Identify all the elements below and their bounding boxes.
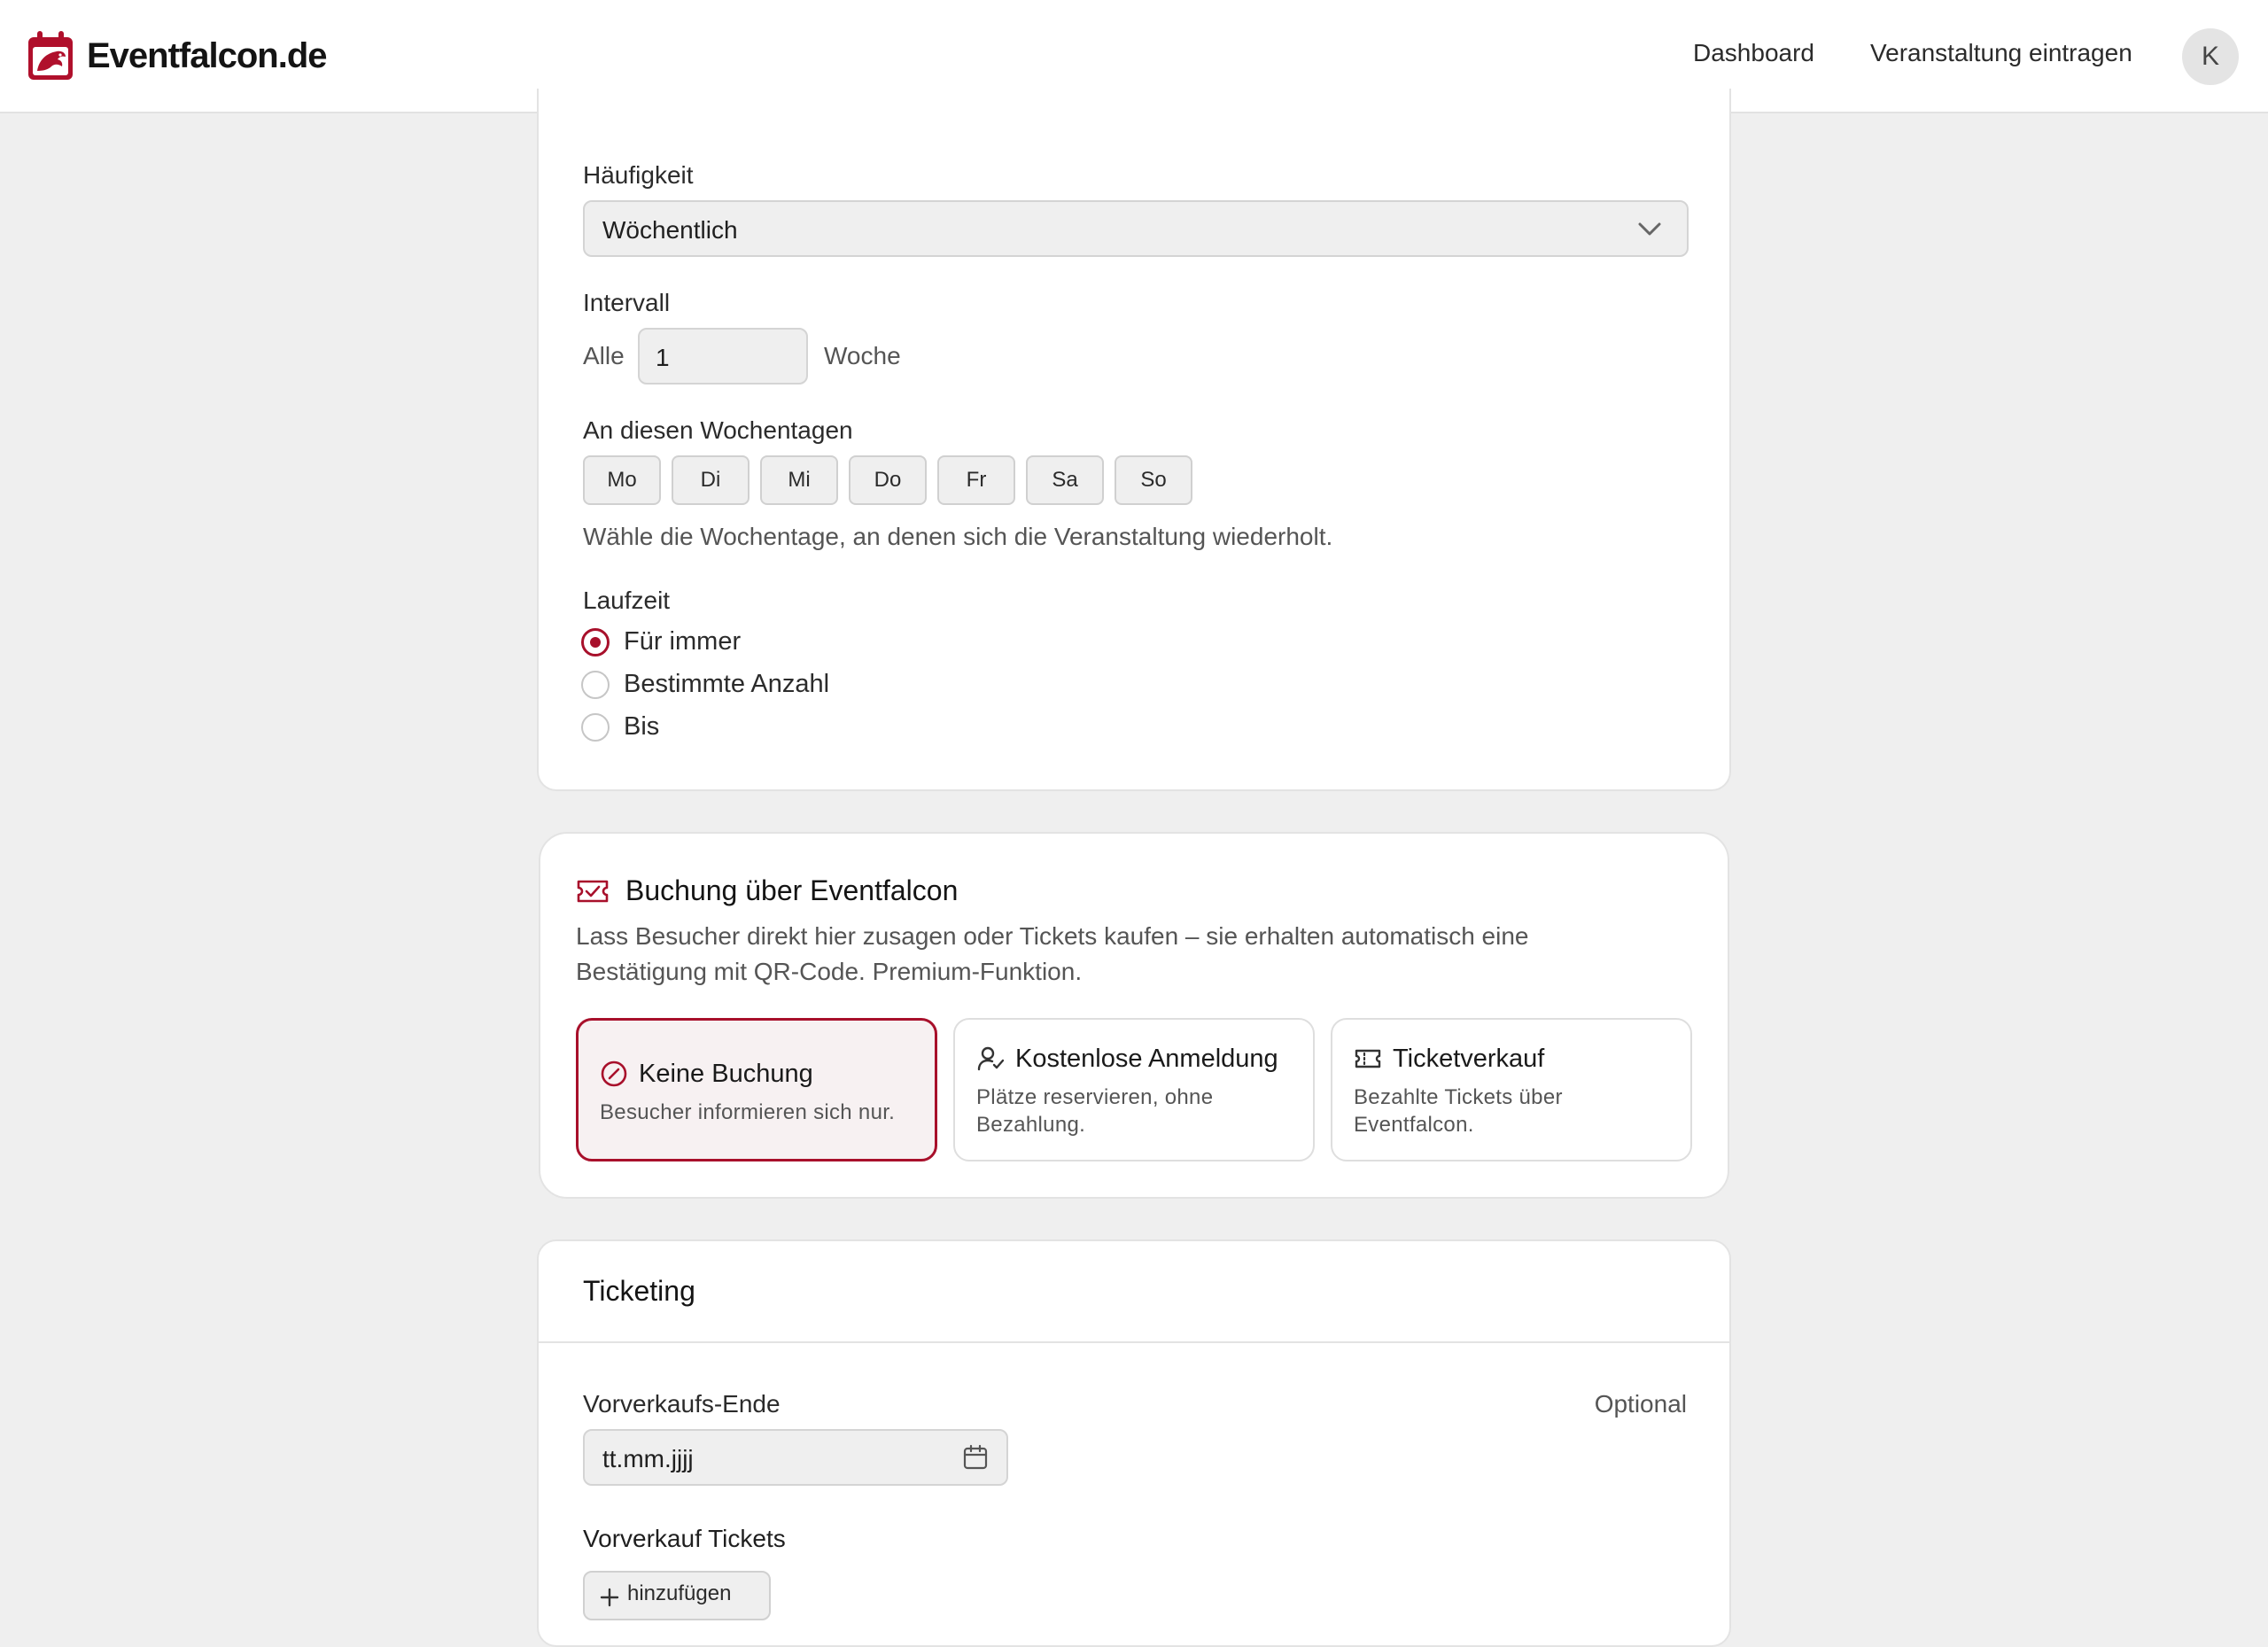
duration-option-label: Bis — [624, 712, 660, 741]
interval-input[interactable]: 1 — [638, 328, 808, 385]
booking-option-free-registration[interactable]: Kostenlose Anmeldung Plätze reservieren,… — [953, 1018, 1315, 1161]
optional-badge: Optional — [1594, 1390, 1687, 1418]
section-divider — [539, 1341, 1729, 1343]
ticketing-card: Ticketing Vorverkaufs-Ende Optional tt.m… — [537, 1239, 1731, 1647]
radio-unchecked-icon[interactable] — [581, 712, 610, 742]
booking-option-desc-line2: Eventfalcon. — [1354, 1113, 1474, 1137]
booking-option-desc-line1: Plätze reservieren, ohne — [976, 1085, 1214, 1109]
duration-option-label: Für immer — [624, 627, 742, 656]
circle-slash-icon — [601, 1060, 627, 1087]
duration-option-label: Bestimmte Anzahl — [624, 670, 830, 698]
nav-add-event-link[interactable]: Veranstaltung eintragen — [1870, 39, 2132, 67]
frequency-select[interactable]: Wöchentlich — [583, 200, 1689, 257]
booking-title: Buchung über Eventfalcon — [625, 874, 959, 906]
add-ticket-label: hinzufügen — [627, 1581, 732, 1605]
brand-logo[interactable]: Eventfalcon.de — [27, 30, 328, 82]
booking-option-title: Kostenlose Anmeldung — [1015, 1045, 1278, 1073]
weekday-button-fr[interactable]: Fr — [937, 455, 1015, 505]
booking-option-ticket-sale[interactable]: Ticketverkauf Bezahlte Tickets über Even… — [1331, 1018, 1692, 1161]
chevron-down-icon — [1638, 222, 1661, 236]
radio-unchecked-icon[interactable] — [581, 670, 610, 699]
ticketing-title: Ticketing — [583, 1275, 695, 1307]
weekday-button-mo[interactable]: Mo — [583, 455, 661, 505]
weekday-button-mi[interactable]: Mi — [760, 455, 838, 505]
interval-unit: Woche — [824, 342, 901, 369]
radio-checked-icon[interactable] — [581, 627, 610, 656]
booking-option-desc-line2: Bezahlung. — [976, 1113, 1086, 1137]
presale-end-date-input[interactable]: tt.mm.jjjj — [583, 1429, 1008, 1486]
weekday-button-sa[interactable]: Sa — [1026, 455, 1104, 505]
booking-option-title: Ticketverkauf — [1393, 1045, 1545, 1073]
frequency-value: Wöchentlich — [602, 216, 738, 244]
booking-description-line1: Lass Besucher direkt hier zusagen oder T… — [576, 922, 1529, 950]
ticket-check-icon — [577, 880, 609, 903]
calendar-falcon-icon — [28, 31, 73, 80]
duration-option-forever[interactable]: Für immer — [581, 627, 741, 656]
user-avatar[interactable]: K — [2182, 28, 2239, 85]
ticket-icon — [1355, 1049, 1381, 1068]
brand-name: Eventfalcon.de — [87, 35, 328, 75]
booking-option-desc: Besucher informieren sich nur. — [600, 1100, 896, 1124]
presale-end-label: Vorverkaufs-Ende — [583, 1390, 781, 1418]
weekday-button-so[interactable]: So — [1115, 455, 1192, 505]
duration-option-count[interactable]: Bestimmte Anzahl — [581, 670, 829, 699]
user-check-icon — [977, 1046, 1005, 1071]
calendar-icon[interactable] — [962, 1444, 989, 1471]
weekday-button-do[interactable]: Do — [849, 455, 927, 505]
booking-description-line2: Bestätigung mit QR-Code. Premium-Funktio… — [576, 958, 1083, 985]
date-placeholder: tt.mm.jjjj — [602, 1445, 694, 1472]
booking-card: Buchung über Eventfalcon Lass Besucher d… — [539, 832, 1729, 1199]
booking-option-none[interactable]: Keine Buchung Besucher informieren sich … — [576, 1018, 937, 1161]
booking-option-desc-line1: Bezahlte Tickets über — [1354, 1085, 1563, 1109]
nav-dashboard-link[interactable]: Dashboard — [1693, 39, 1814, 67]
duration-label: Laufzeit — [583, 587, 671, 614]
plus-icon — [600, 1588, 619, 1607]
interval-label: Intervall — [583, 289, 671, 316]
weekdays-label: An diesen Wochentagen — [583, 416, 853, 444]
duration-option-until[interactable]: Bis — [581, 712, 659, 742]
weekdays-help-text: Wähle die Wochentage, an denen sich die … — [583, 523, 1333, 550]
frequency-label: Häufigkeit — [583, 161, 694, 189]
recurrence-card: Häufigkeit Wöchentlich Intervall Alle 1 … — [537, 89, 1731, 791]
booking-option-title: Keine Buchung — [639, 1060, 813, 1088]
weekday-button-di[interactable]: Di — [672, 455, 750, 505]
add-ticket-button[interactable]: hinzufügen — [583, 1571, 771, 1620]
interval-prefix: Alle — [583, 342, 625, 369]
presale-tickets-label: Vorverkauf Tickets — [583, 1525, 786, 1552]
